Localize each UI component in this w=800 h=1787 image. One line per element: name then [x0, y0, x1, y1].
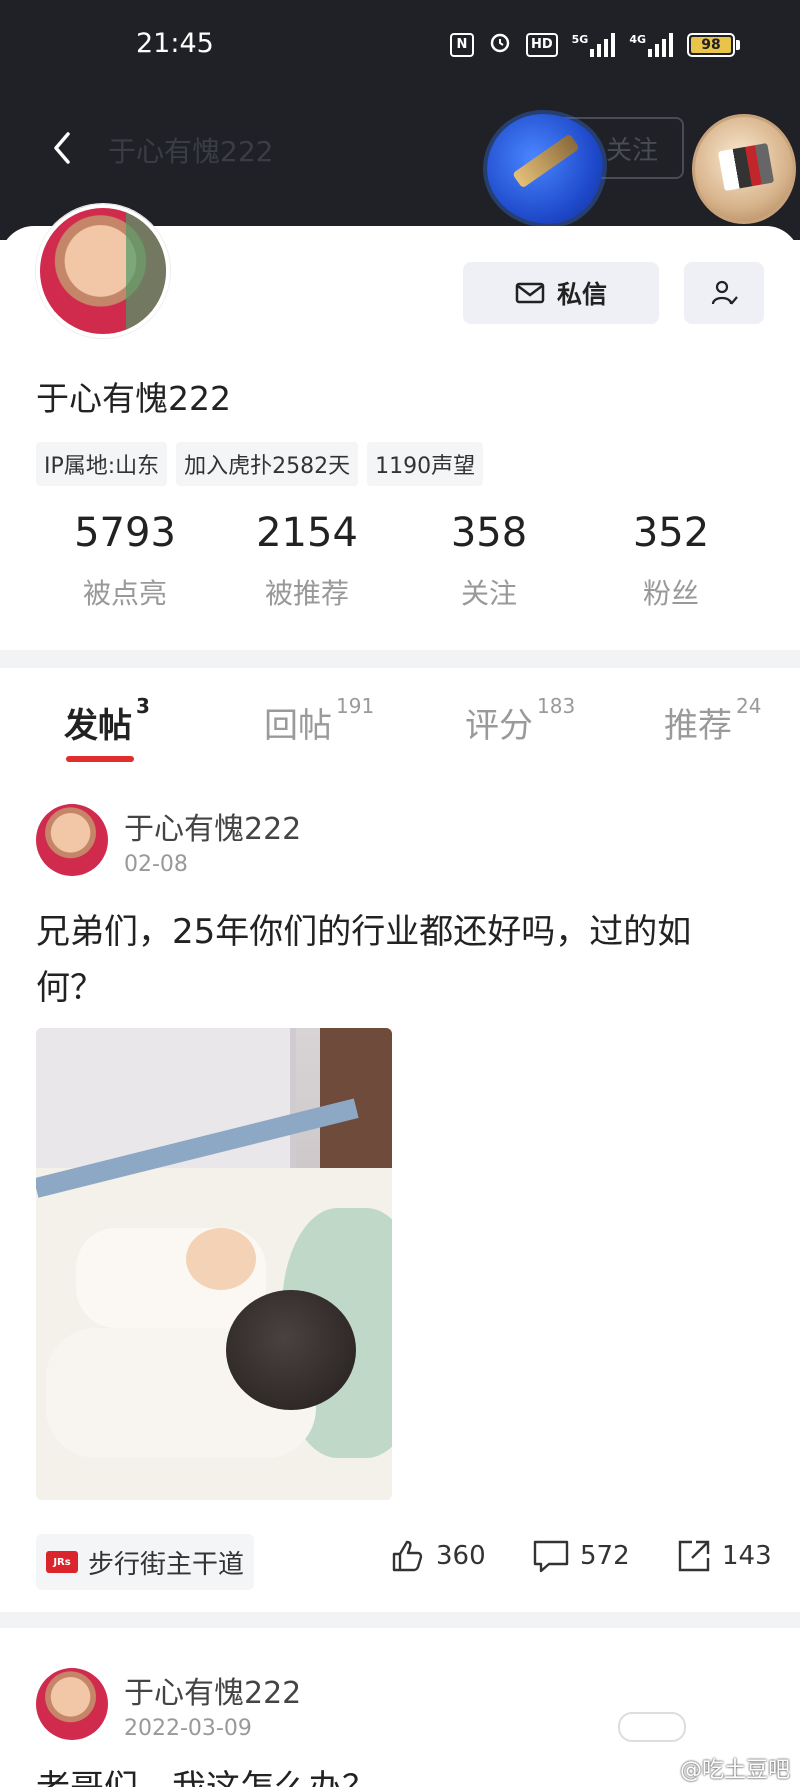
alarm-icon: [488, 30, 512, 59]
profile-stats: 5793 被点亮 2154 被推荐 358 关注 352 粉丝: [0, 510, 800, 612]
tag-join-days: 加入虎扑2582天: [176, 442, 359, 486]
chevron-left-icon: [54, 132, 70, 164]
watermark-logo-icon: [618, 1712, 686, 1742]
share-count: 143: [722, 1541, 772, 1571]
post-divider: [0, 1612, 800, 1628]
content-tabs: 发帖 3 回帖 191 评分 183 推荐 24: [0, 668, 800, 768]
post-author-avatar[interactable]: [36, 1668, 108, 1740]
share-icon: [678, 1540, 710, 1572]
stat-recommended[interactable]: 2154 被推荐: [216, 510, 398, 612]
4g-signal-icon: 4G: [629, 32, 673, 57]
status-icons: N HD 5G 4G 98: [449, 30, 740, 59]
5g-signal-icon: 5G: [572, 32, 616, 57]
battery-icon: 98: [687, 32, 740, 57]
post-title[interactable]: 老哥们，我这怎么办？: [36, 1760, 376, 1787]
stat-label: 粉丝: [642, 577, 699, 610]
nav-title: 于心有愧222: [108, 135, 274, 168]
tab-ratings[interactable]: 评分 183: [465, 694, 575, 747]
watermark: @吃土豆吧: [679, 1758, 790, 1783]
status-bar: 21:45 N HD 5G 4G 98: [0, 0, 800, 92]
tag-reputation: 1190声望: [367, 442, 484, 486]
thumbs-up-icon: [392, 1540, 423, 1572]
message-button[interactable]: 私信: [463, 262, 659, 324]
tab-recommends[interactable]: 推荐 24: [664, 694, 761, 747]
comment-count: 572: [580, 1541, 630, 1571]
profile-username: 于心有愧222: [36, 379, 231, 418]
battery-level: 98: [691, 36, 731, 53]
tab-posts[interactable]: 发帖 3: [64, 694, 150, 747]
post-date: 02-08: [124, 852, 188, 877]
message-button-label: 私信: [556, 280, 607, 309]
back-button[interactable]: [48, 128, 78, 168]
hd-icon: HD: [525, 32, 558, 57]
stat-following[interactable]: 358 关注: [398, 510, 580, 612]
post-date: 2022-03-09: [124, 1716, 252, 1741]
avatar[interactable]: [36, 204, 170, 338]
topic-chip[interactable]: JRs 步行街主干道: [36, 1534, 255, 1590]
section-divider: [0, 650, 800, 668]
stat-value: 2154: [256, 510, 358, 556]
like-count: 360: [436, 1541, 486, 1571]
stat-liked[interactable]: 5793 被点亮: [34, 510, 216, 612]
comment-button[interactable]: 572: [532, 1538, 630, 1574]
profile-tags: IP属地:山东 加入虎扑2582天 1190声望: [36, 442, 484, 486]
post-author-name[interactable]: 于心有愧222: [124, 1668, 301, 1712]
stat-value: 358: [450, 510, 528, 556]
stat-value: 352: [632, 510, 710, 556]
post-title[interactable]: 兄弟们，25年你们的行业都还好吗，过的如何？: [36, 904, 756, 1016]
topic-label: 步行街主干道: [88, 1549, 245, 1580]
tab-replies[interactable]: 回帖 191: [264, 694, 374, 747]
stat-label: 被推荐: [264, 577, 349, 610]
share-button[interactable]: 143: [676, 1538, 772, 1574]
post-image[interactable]: [36, 1028, 392, 1500]
stat-followers[interactable]: 352 粉丝: [580, 510, 762, 612]
hupu-logo-icon: JRs: [46, 1551, 78, 1573]
like-button[interactable]: 360: [390, 1538, 486, 1574]
post-footer: JRs 步行街主干道 360 572 143: [0, 1534, 800, 1594]
mail-icon: [515, 282, 545, 304]
post-author-name[interactable]: 于心有愧222: [124, 804, 301, 848]
tag-ip-location: IP属地:山东: [36, 442, 168, 486]
follow-status-button[interactable]: [684, 262, 764, 324]
nfc-icon: N: [449, 32, 474, 57]
honor-badge-icon[interactable]: [692, 114, 796, 224]
stat-label: 关注: [460, 577, 517, 610]
comment-icon: [533, 1540, 569, 1573]
user-check-icon: [711, 280, 738, 305]
stat-label: 被点亮: [82, 577, 167, 610]
achievement-badge-icon[interactable]: [487, 114, 603, 224]
status-time: 21:45: [136, 28, 214, 59]
active-tab-indicator: [66, 756, 134, 762]
stat-value: 5793: [74, 510, 176, 556]
post-author-avatar[interactable]: [36, 804, 108, 876]
